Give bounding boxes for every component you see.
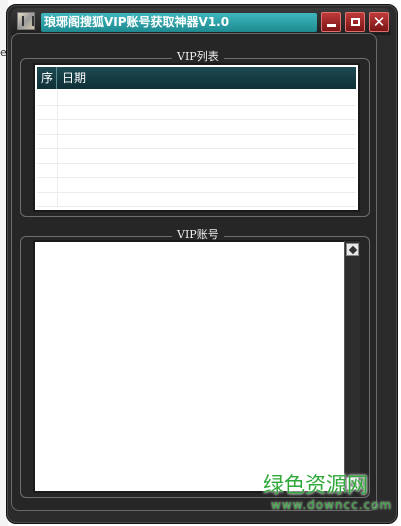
- minimize-button[interactable]: [321, 12, 341, 32]
- vertical-scrollbar[interactable]: [344, 241, 360, 492]
- table-row[interactable]: [37, 149, 356, 164]
- table-row[interactable]: [37, 178, 356, 193]
- maximize-button[interactable]: [345, 12, 365, 32]
- table-row[interactable]: [37, 105, 356, 120]
- minimize-icon: [326, 23, 336, 27]
- close-icon: ✕: [372, 13, 386, 31]
- app-icon: [17, 12, 35, 30]
- scroll-up-icon: [348, 245, 357, 254]
- vip-list-table[interactable]: 序 日期: [33, 63, 360, 212]
- table-row[interactable]: [37, 91, 356, 106]
- table-header: 序 日期: [37, 67, 356, 89]
- table-row[interactable]: [37, 134, 356, 149]
- window-title: 琅琊阁搜狐VIP账号获取神器V1.0: [41, 13, 317, 32]
- vip-accounts-textbox[interactable]: [33, 240, 360, 493]
- column-header-date[interactable]: 日期: [58, 67, 356, 89]
- table-row[interactable]: [37, 120, 356, 135]
- table-body: [37, 91, 356, 208]
- maximize-icon: [350, 18, 360, 26]
- scroll-up-button[interactable]: [346, 243, 359, 256]
- column-header-index[interactable]: 序: [37, 67, 57, 89]
- watermark-url: www.downcc.com: [271, 498, 393, 512]
- table-row[interactable]: [37, 163, 356, 178]
- table-row[interactable]: [37, 192, 356, 207]
- watermark: 绿色资源网 www.downcc.com: [263, 472, 399, 512]
- vip-list-legend: VIP列表: [172, 50, 224, 64]
- title-bar[interactable]: 琅琊阁搜狐VIP账号获取神器V1.0 ✕: [11, 8, 391, 35]
- watermark-title: 绿色资源网: [263, 473, 368, 497]
- close-button[interactable]: ✕: [369, 12, 389, 32]
